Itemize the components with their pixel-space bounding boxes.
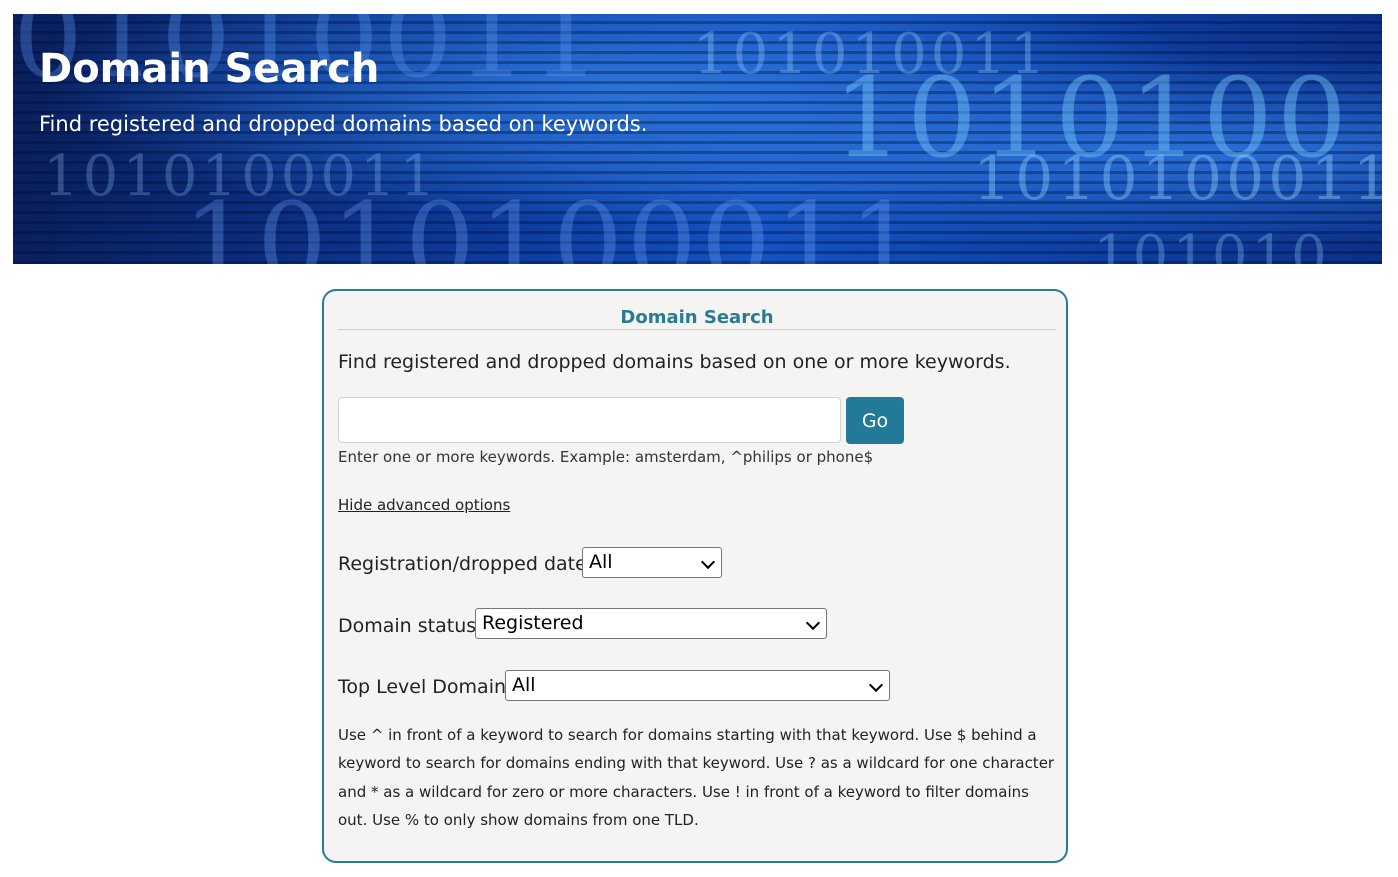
date-label: Registration/dropped date: bbox=[338, 553, 594, 575]
hero-banner: 01010011 101010011 1010100 1010100011 10… bbox=[13, 14, 1382, 264]
binary-decoration: 1010100011 bbox=[183, 179, 923, 264]
hide-advanced-options-link[interactable]: Hide advanced options bbox=[338, 496, 510, 514]
chevron-down-icon bbox=[868, 677, 884, 693]
tld-label: Top Level Domain: bbox=[338, 676, 513, 698]
page-title: Domain Search bbox=[39, 46, 380, 92]
status-label: Domain status: bbox=[338, 615, 483, 637]
divider bbox=[338, 329, 1056, 330]
go-button[interactable]: Go bbox=[846, 397, 904, 444]
keyword-search-input[interactable] bbox=[338, 397, 841, 443]
search-hint: Enter one or more keywords. Example: ams… bbox=[338, 448, 874, 466]
card-title: Domain Search bbox=[620, 307, 774, 328]
binary-decoration: 1010100011 bbox=[43, 144, 440, 209]
date-select-value: All bbox=[589, 551, 613, 573]
tld-select[interactable]: All bbox=[505, 670, 890, 701]
search-card: Domain Search Find registered and droppe… bbox=[322, 289, 1068, 863]
status-select-value: Registered bbox=[482, 612, 584, 634]
chevron-down-icon bbox=[805, 615, 821, 631]
status-select[interactable]: Registered bbox=[475, 608, 827, 639]
date-select[interactable]: All bbox=[582, 547, 722, 578]
tld-select-value: All bbox=[512, 674, 536, 696]
binary-decoration: 101010011 bbox=[693, 22, 1050, 87]
intro-text: Find registered and dropped domains base… bbox=[338, 351, 1011, 373]
help-text: Use ^ in front of a keyword to search fo… bbox=[338, 726, 1055, 830]
page-subtitle: Find registered and dropped domains base… bbox=[39, 112, 648, 136]
chevron-down-icon bbox=[700, 554, 716, 570]
binary-decoration: 101010 bbox=[1093, 224, 1331, 264]
binary-decoration: 1010100011 bbox=[973, 144, 1382, 214]
binary-decoration: 1010100 bbox=[833, 54, 1351, 182]
